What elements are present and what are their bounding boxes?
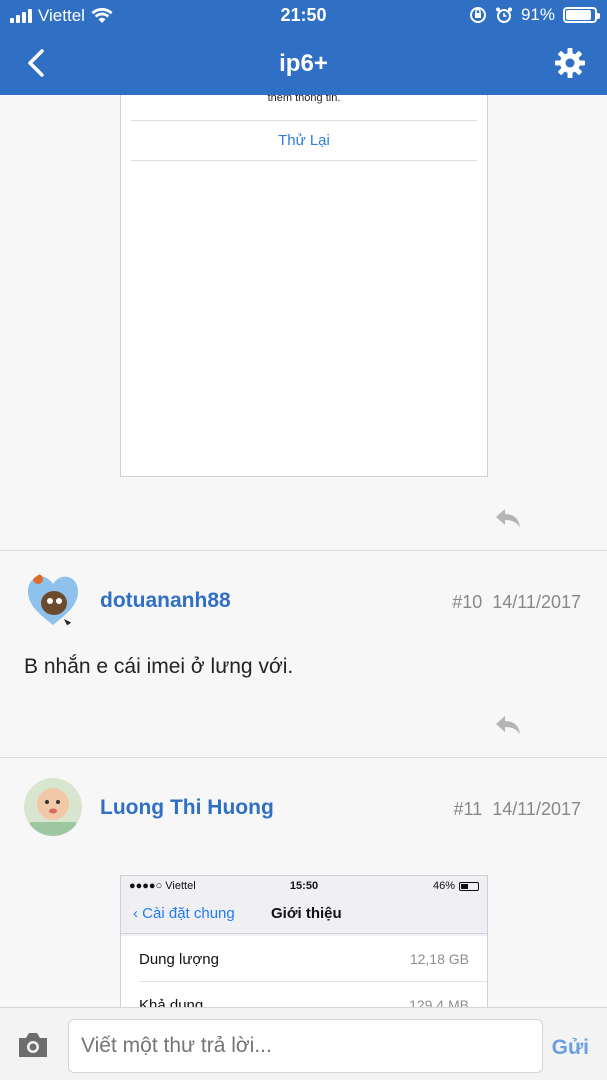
status-bar: Viettel 21:50 91% <box>0 0 607 32</box>
send-button[interactable]: Gửi <box>552 1036 589 1060</box>
post-body: B nhắn e cái imei ở lưng với. <box>24 655 294 678</box>
battery-icon <box>459 881 479 891</box>
post-meta: #10 14/11/2017 <box>452 592 581 613</box>
post-number[interactable]: #10 <box>452 592 482 612</box>
post-date: 14/11/2017 <box>492 799 581 819</box>
battery-icon <box>563 7 600 23</box>
post-meta: #11 14/11/2017 <box>454 799 581 820</box>
battery-percent: 91% <box>520 5 555 24</box>
reply-icon[interactable] <box>494 507 522 529</box>
reply-composer: Gửi <box>0 1007 607 1080</box>
screenshot-back-label: ‹ Cài đặt chung <box>133 905 235 922</box>
list-item: Dung lượng 12,18 GB <box>139 936 487 982</box>
screenshot-battery-percent: 46% <box>432 880 455 892</box>
post-date: 14/11/2017 <box>492 592 581 612</box>
page-title: ip6+ <box>279 50 328 77</box>
alarm-icon <box>495 7 512 23</box>
nav-bar: ip6+ <box>0 32 607 95</box>
post-divider <box>0 550 607 551</box>
reply-icon[interactable] <box>494 714 522 736</box>
attachment-image[interactable]: ●●●●○ Viettel 15:50 46% ‹ Cài đặt chung … <box>120 875 488 1007</box>
retry-button[interactable]: Thử Lại <box>121 132 487 149</box>
post-author[interactable]: Luong Thi Huong <box>100 796 274 820</box>
app-header: Viettel 21:50 91% ip6+ <box>0 0 607 95</box>
reply-input[interactable] <box>68 1019 543 1073</box>
attachment-message: thêm thông tin. <box>267 95 341 104</box>
avatar[interactable] <box>24 778 82 836</box>
avatar[interactable] <box>24 571 82 629</box>
screenshot-title: Giới thiệu <box>271 905 342 922</box>
post-author[interactable]: dotuananh88 <box>100 589 231 613</box>
screenshot-status-bar: ●●●●○ Viettel 15:50 46% <box>121 876 487 896</box>
post-divider <box>0 757 607 758</box>
divider <box>131 160 477 161</box>
thread-content[interactable]: thêm thông tin. Thử Lại dotuananh88 #10 1… <box>0 95 607 1007</box>
post-number[interactable]: #11 <box>454 799 483 819</box>
screenshot-settings-list: Dung lượng 12,18 GB Khả dụng 129,4 MB <box>121 936 487 1007</box>
camera-icon[interactable] <box>16 1030 50 1060</box>
screenshot-nav-bar: ‹ Cài đặt chung Giới thiệu <box>121 896 487 934</box>
attachment-image[interactable]: thêm thông tin. Thử Lại <box>120 95 488 477</box>
gear-icon[interactable] <box>553 46 587 80</box>
divider <box>131 120 477 121</box>
orientation-lock-icon <box>469 7 486 23</box>
list-item: Khả dụng 129,4 MB <box>139 982 487 1007</box>
